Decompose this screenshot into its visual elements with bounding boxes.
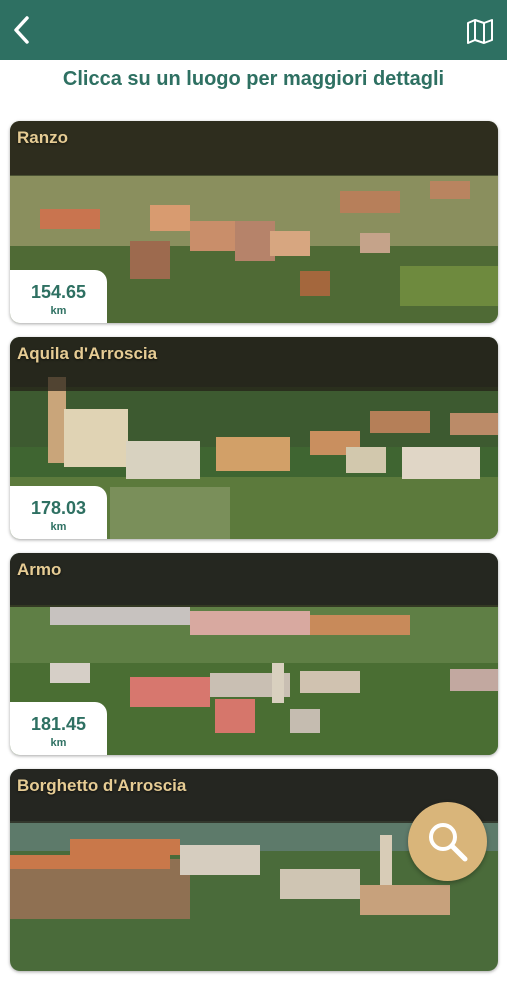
back-button[interactable] (10, 14, 36, 46)
top-bar (0, 0, 507, 60)
distance-badge: 178.03 km (10, 486, 107, 539)
distance-value: 178.03 (30, 498, 87, 518)
map-icon (467, 19, 493, 44)
place-name: Armo (17, 560, 62, 579)
distance-value: 154.65 (30, 282, 87, 302)
search-button[interactable] (408, 802, 487, 881)
distance-badge: 181.45 km (10, 702, 107, 755)
title-band (10, 121, 498, 175)
place-name: Borghetto d'Arroscia (17, 776, 187, 795)
place-card-ranzo[interactable]: Ranzo 154.65 km (10, 121, 498, 323)
title-band (10, 553, 498, 607)
distance-unit: km (50, 305, 67, 317)
distance-unit: km (50, 521, 67, 533)
place-card-armo[interactable]: Armo 181.45 km (10, 553, 498, 755)
place-card-aquila-darroscia[interactable]: Aquila d'Arroscia 178.03 km (10, 337, 498, 539)
place-name: Aquila d'Arroscia (17, 344, 158, 363)
distance-badge: 154.65 km (10, 270, 107, 323)
map-button[interactable] (465, 17, 495, 45)
place-name: Ranzo (17, 128, 68, 147)
page-subtitle: Clicca su un luogo per maggiori dettagli (62, 68, 445, 90)
chevron-left-icon (14, 16, 29, 44)
distance-value: 181.45 (30, 714, 87, 734)
search-icon (429, 823, 468, 862)
distance-unit: km (50, 737, 67, 749)
